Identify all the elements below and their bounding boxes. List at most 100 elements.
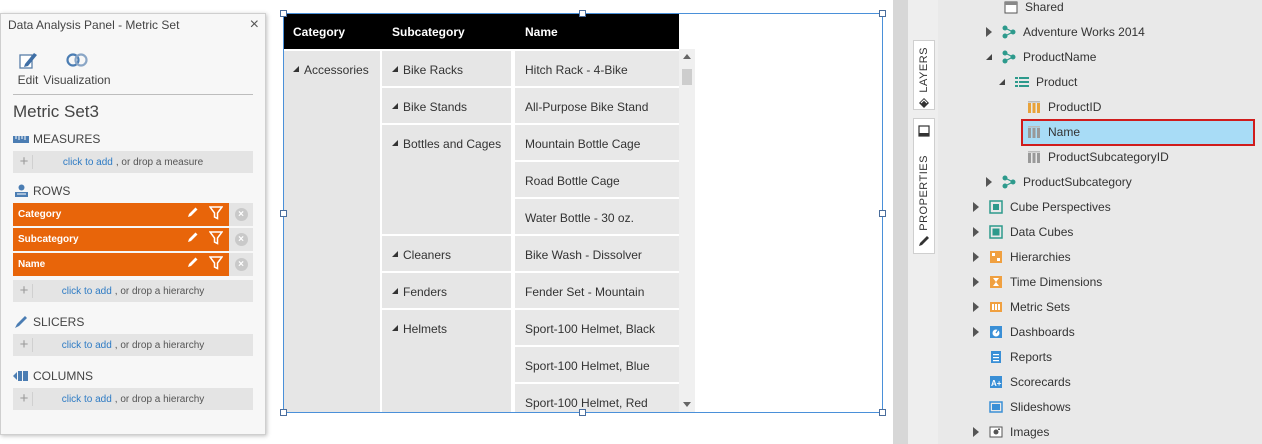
tree-label: Product [1036, 74, 1078, 89]
collapse-arrow-icon[interactable] [983, 53, 995, 60]
plus-icon[interactable]: + [19, 337, 33, 352]
remove-icon[interactable]: × [234, 208, 248, 221]
expand-arrow-icon[interactable] [970, 326, 982, 337]
row-item-category[interactable]: Category × [13, 203, 253, 226]
click-to-add-link[interactable]: click to add [62, 340, 112, 351]
data-cube-icon [988, 224, 1004, 240]
panel-title: Data Analysis Panel - Metric Set [8, 18, 180, 32]
filter-icon[interactable] [209, 256, 223, 270]
tree-item-data-cubes[interactable]: Data Cubes [970, 219, 1073, 244]
tree-item-productname[interactable]: ProductName [983, 44, 1096, 69]
click-to-add-link[interactable]: click to add [63, 157, 113, 168]
pencil-icon[interactable] [186, 206, 199, 219]
row-item-name[interactable]: Name × [13, 253, 253, 276]
tree-item-time-dimensions[interactable]: Time Dimensions [970, 269, 1102, 294]
slicers-label: SLICERS [33, 315, 85, 329]
plus-icon[interactable]: + [19, 154, 33, 169]
dashboard-icon [988, 324, 1004, 340]
resize-handle[interactable] [879, 409, 886, 416]
click-to-add-link[interactable]: click to add [62, 394, 112, 405]
slideshow-icon [988, 399, 1004, 415]
slicer-icon [13, 315, 29, 329]
pencil-icon [919, 235, 929, 246]
resize-handle[interactable] [280, 10, 287, 17]
expand-arrow-icon[interactable] [970, 201, 982, 212]
expand-arrow-icon[interactable] [970, 251, 982, 262]
rows-drop-zone[interactable]: + click to add , or drop a hierarchy [13, 280, 253, 302]
expand-arrow-icon[interactable] [970, 226, 982, 237]
resize-handle[interactable] [879, 210, 886, 217]
tree-label: ProductSubcategoryID [1048, 149, 1169, 164]
metric-set-name[interactable]: Metric Set3 [1, 95, 265, 125]
row-pill[interactable]: Subcategory [13, 228, 229, 251]
dashboard-designer: Data Analysis Panel - Metric Set × Edit … [0, 0, 1262, 444]
row-pill[interactable]: Category [13, 203, 229, 226]
resize-handle[interactable] [280, 210, 287, 217]
tab-properties[interactable]: PROPERTIES [913, 118, 935, 254]
level-icon [1026, 99, 1042, 115]
tree-item-productid[interactable]: ProductID [1026, 94, 1101, 119]
remove-button[interactable]: × [229, 203, 253, 226]
image-icon [988, 424, 1004, 440]
metric-set-icon [988, 299, 1004, 315]
pencil-icon[interactable] [186, 256, 199, 269]
ruler-icon [13, 132, 29, 146]
columns-icon [13, 369, 29, 383]
resize-handle[interactable] [280, 409, 287, 416]
resize-handle[interactable] [879, 10, 886, 17]
remove-icon[interactable]: × [234, 233, 248, 246]
tree-item-dashboards[interactable]: Dashboards [970, 319, 1075, 344]
tab-layers[interactable]: LAYERS [913, 40, 935, 110]
tree-item-images[interactable]: Images [970, 419, 1049, 444]
expand-arrow-icon[interactable] [983, 26, 995, 37]
tree-item-metric-sets[interactable]: Metric Sets [970, 294, 1070, 319]
visualization-button[interactable]: Visualization [43, 50, 111, 94]
pencil-icon[interactable] [186, 231, 199, 244]
columns-drop-zone[interactable]: + click to add , or drop a hierarchy [13, 388, 253, 410]
plus-icon[interactable]: + [19, 391, 33, 406]
side-tab-bar: LAYERS PROPERTIES [908, 0, 938, 444]
remove-button[interactable]: × [229, 228, 253, 251]
tree-label: ProductID [1048, 99, 1102, 114]
rows-icon [13, 184, 29, 198]
tree-item-reports[interactable]: Reports [988, 344, 1052, 369]
tree-item-cube-perspectives[interactable]: Cube Perspectives [970, 194, 1111, 219]
expand-arrow-icon[interactable] [970, 276, 982, 287]
expand-arrow-icon[interactable] [970, 301, 982, 312]
expand-arrow-icon[interactable] [983, 176, 995, 187]
tree-item-name[interactable]: Name [1026, 119, 1080, 144]
edit-button[interactable]: Edit [13, 50, 43, 94]
panel-title-bar[interactable]: Data Analysis Panel - Metric Set × [1, 14, 265, 38]
row-item-subcategory[interactable]: Subcategory × [13, 228, 253, 251]
expand-arrow-icon[interactable] [970, 426, 982, 437]
remove-icon[interactable]: × [234, 258, 248, 271]
measures-drop-zone[interactable]: + click to add , or drop a measure [13, 151, 253, 173]
filter-icon[interactable] [209, 231, 223, 245]
tree-item-product[interactable]: Product [996, 69, 1077, 94]
tree-item-hierarchies[interactable]: Hierarchies [970, 244, 1071, 269]
columns-label: COLUMNS [33, 369, 94, 383]
tree-item-adventure-works[interactable]: Adventure Works 2014 [983, 19, 1145, 44]
properties-panel-icon [918, 125, 930, 137]
tree-label: ProductName [1023, 49, 1097, 64]
remove-button[interactable]: × [229, 253, 253, 276]
tree-label: Metric Sets [1010, 299, 1071, 314]
tree-label: Adventure Works 2014 [1023, 24, 1145, 39]
close-icon[interactable]: × [250, 16, 259, 34]
tree-item-slideshows[interactable]: Slideshows [988, 394, 1071, 419]
svg-text:A+: A+ [991, 379, 1002, 388]
collapse-arrow-icon[interactable] [996, 78, 1008, 85]
click-to-add-link[interactable]: click to add [62, 286, 112, 297]
filter-icon[interactable] [209, 206, 223, 220]
row-label-name: Name [18, 259, 46, 270]
resize-handle[interactable] [579, 10, 586, 17]
tree-item-scorecards[interactable]: A+ Scorecards [988, 369, 1071, 394]
tree-label: Time Dimensions [1010, 274, 1103, 289]
tree-item-shared[interactable]: Shared [1003, 0, 1064, 19]
plus-icon[interactable]: + [19, 283, 33, 298]
resize-handle[interactable] [579, 409, 586, 416]
tree-item-productsubcategory[interactable]: ProductSubcategory [983, 169, 1132, 194]
slicers-drop-zone[interactable]: + click to add , or drop a hierarchy [13, 334, 253, 356]
row-pill[interactable]: Name [13, 253, 229, 276]
tree-item-productsubcategoryid[interactable]: ProductSubcategoryID [1026, 144, 1169, 169]
